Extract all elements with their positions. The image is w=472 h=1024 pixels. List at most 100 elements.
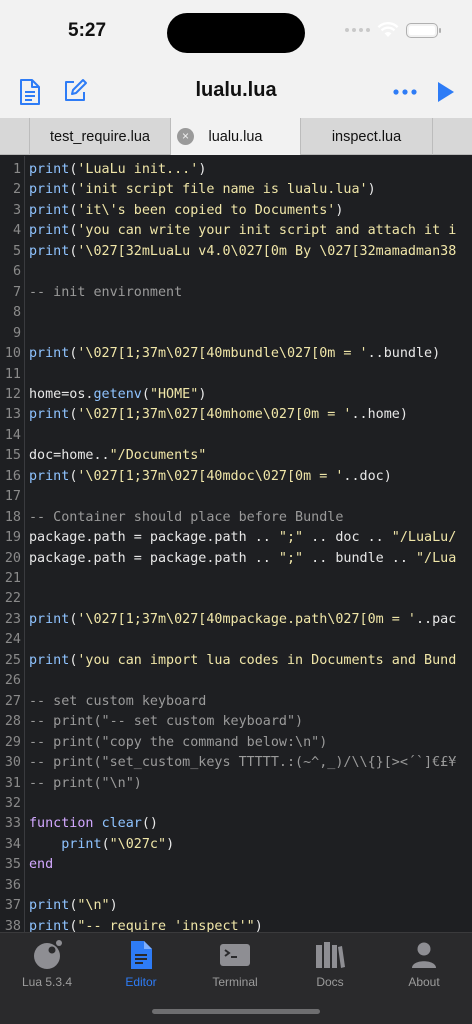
bottom-tab-lua[interactable]: Lua 5.3.4	[0, 939, 94, 999]
code-line[interactable]: 4 print('you can write your init script a…	[0, 221, 472, 241]
code-token: )	[254, 918, 263, 932]
line-number: 27	[4, 693, 21, 709]
code-token: print	[29, 243, 70, 259]
code-line[interactable]: 16 print('\027[1;37m\027[40mdoc\027[0m = …	[0, 467, 472, 487]
code-line[interactable]: 1 print('LuaLu init...')	[0, 160, 472, 180]
code-line[interactable]: 31 -- print("\n")	[0, 774, 472, 794]
code-token: print	[29, 652, 70, 668]
code-token: "/Documents"	[109, 448, 207, 464]
code-line[interactable]: 38 print("-- require 'inspect'")	[0, 917, 472, 932]
code-line[interactable]: 3 print('it\'s been copied to Documents')	[0, 201, 472, 221]
code-token: "\027c"	[109, 836, 167, 852]
tab-inspect[interactable]: inspect.lua	[301, 118, 433, 155]
code-token: function	[29, 816, 94, 832]
code-token: )	[198, 386, 207, 402]
code-editor[interactable]: 1 print('LuaLu init...') 2 print('init scri…	[0, 156, 472, 932]
code-line[interactable]: 35 end	[0, 855, 472, 875]
code-line[interactable]: 21	[0, 569, 472, 589]
bottom-tab-editor[interactable]: Editor	[94, 939, 188, 999]
bottom-tab-about[interactable]: About	[377, 939, 471, 999]
code-token: ..doc)	[343, 468, 392, 484]
line-number: 5	[12, 243, 21, 259]
close-icon[interactable]: ×	[177, 128, 194, 145]
bottom-tab-docs[interactable]: Docs	[283, 939, 377, 999]
tab-lualu[interactable]: × lualu.lua	[171, 118, 301, 155]
code-text: print('\027[32mLuaLu v4.0\027[0m By \027…	[29, 242, 456, 262]
code-token: ";"	[278, 550, 304, 566]
code-line[interactable]: 30 -- print("set_custom_keys TTTTT.:(~^,_…	[0, 753, 472, 773]
code-line[interactable]: 29 -- print("copy the command below:\n")	[0, 733, 472, 753]
tab-label: lualu.lua	[208, 128, 263, 145]
code-line[interactable]: 9	[0, 324, 472, 344]
run-icon[interactable]	[436, 80, 456, 104]
code-line[interactable]: 2 print('init script file name is lualu.l…	[0, 180, 472, 200]
code-line[interactable]: 11	[0, 365, 472, 385]
code-token: )	[367, 182, 376, 198]
code-text: print('\027[1;37m\027[40mhome\027[0m = '…	[29, 405, 408, 425]
line-number: 26	[4, 673, 21, 689]
code-line[interactable]: 25 print('you can import lua codes in Doc…	[0, 651, 472, 671]
code-line[interactable]: 26	[0, 671, 472, 691]
code-line[interactable]: 14	[0, 426, 472, 446]
code-line[interactable]: 13 print('\027[1;37m\027[40mhome\027[0m =…	[0, 405, 472, 425]
code-token: "\n"	[77, 898, 110, 914]
line-number: 23	[4, 611, 21, 627]
code-line[interactable]: 23 print('\027[1;37m\027[40mpackage.path\…	[0, 610, 472, 630]
code-token: 'you can import lua codes in Documents a…	[77, 652, 457, 668]
battery-icon	[406, 22, 441, 38]
code-line[interactable]: 27 -- set custom keyboard	[0, 692, 472, 712]
cellular-icon	[345, 28, 370, 32]
code-line[interactable]: 18 -- Container should place before Bundl…	[0, 508, 472, 528]
code-line[interactable]: 28 -- print("-- set custom keyboard")	[0, 712, 472, 732]
code-line[interactable]: 10 print('\027[1;37m\027[40mbundle\027[0m…	[0, 344, 472, 364]
code-token: -- init environment	[29, 284, 183, 300]
code-text: package.path = package.path .. ";" .. bu…	[29, 549, 456, 569]
bottom-tab-terminal[interactable]: Terminal	[188, 939, 282, 999]
code-line[interactable]: 12 home=os.getenv("HOME")	[0, 385, 472, 405]
terminal-icon	[220, 944, 250, 966]
line-number: 2	[12, 182, 21, 198]
code-line[interactable]: 37 print("\n")	[0, 896, 472, 916]
code-token: ..home)	[351, 407, 408, 423]
code-token: end	[29, 857, 54, 873]
lua-logo-icon	[34, 940, 62, 969]
line-number: 11	[4, 366, 21, 382]
code-token: home=os.	[29, 386, 94, 402]
code-line[interactable]: 33 function clear()	[0, 814, 472, 834]
code-line[interactable]: 34 print("\027c")	[0, 835, 472, 855]
code-line[interactable]: 17	[0, 487, 472, 507]
code-line[interactable]: 20 package.path = package.path .. ";" .. …	[0, 549, 472, 569]
code-line[interactable]: 8	[0, 303, 472, 323]
code-text: print("\027c")	[29, 835, 174, 855]
code-line[interactable]: 32	[0, 794, 472, 814]
code-token: '\027[1;37m\027[40mdoc\027[0m = '	[77, 468, 344, 484]
line-number: 13	[4, 407, 21, 423]
code-line[interactable]: 5 print('\027[32mLuaLu v4.0\027[0m By \02…	[0, 242, 472, 262]
line-number: 4	[12, 223, 21, 239]
line-number: 35	[4, 857, 21, 873]
code-token: print	[29, 407, 70, 423]
code-token: '\027[32mLuaLu v4.0\027[0m By \027[32mam…	[77, 243, 457, 259]
code-line[interactable]: 15 doc=home.."/Documents"	[0, 446, 472, 466]
code-line[interactable]: 7 -- init environment	[0, 283, 472, 303]
code-token: 'init script file name is lualu.lua'	[77, 182, 368, 198]
code-line[interactable]: 19 package.path = package.path .. ";" .. …	[0, 528, 472, 548]
code-line[interactable]: 6	[0, 262, 472, 282]
code-token: '\027[1;37m\027[40mpackage.path\027[0m =…	[77, 611, 416, 627]
code-token: .. bundle ..	[303, 550, 416, 566]
books-icon	[316, 942, 345, 968]
bottom-tab-label: Lua 5.3.4	[21, 975, 73, 989]
line-number: 7	[12, 284, 21, 300]
code-text: print('LuaLu init...')	[29, 160, 206, 180]
tab-spacer	[433, 118, 472, 155]
tab-label: inspect.lua	[331, 128, 402, 145]
code-line[interactable]: 24	[0, 630, 472, 650]
code-text: print('you can import lua codes in Docum…	[29, 651, 456, 671]
tab-test-require[interactable]: test_require.lua	[30, 118, 171, 155]
code-text: doc=home.."/Documents"	[29, 446, 206, 466]
more-icon[interactable]	[393, 88, 417, 96]
code-line[interactable]: 22	[0, 589, 472, 609]
line-number: 10	[4, 346, 21, 362]
code-line[interactable]: 36	[0, 876, 472, 896]
